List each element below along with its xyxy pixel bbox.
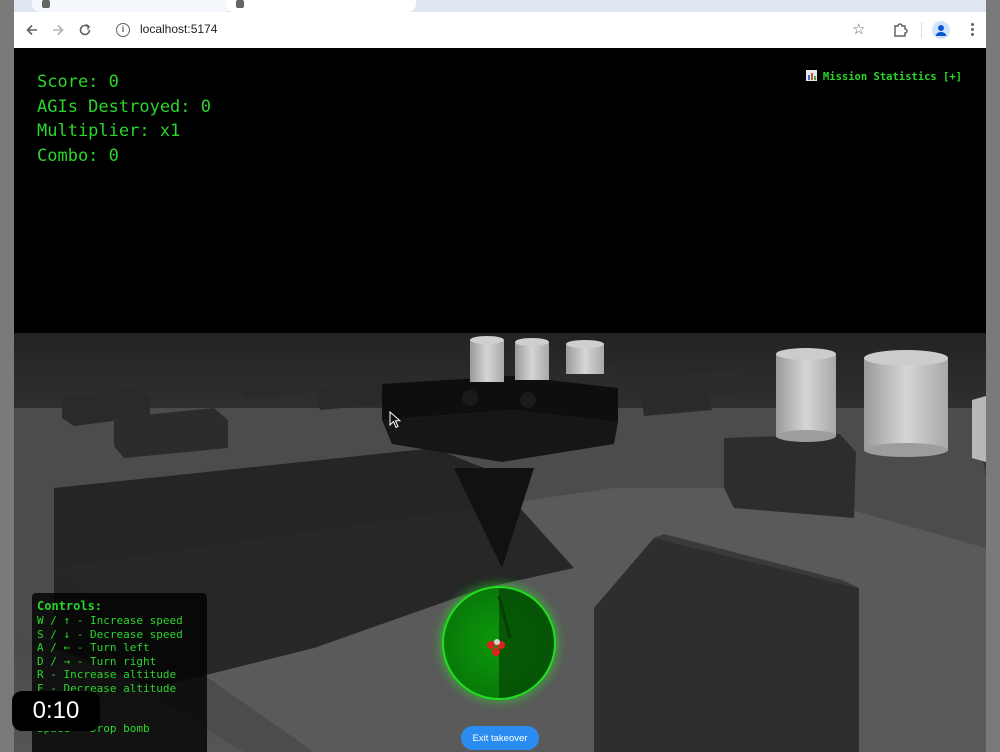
toolbar-divider	[921, 22, 922, 38]
address-bar[interactable]: i localhost:5174	[108, 17, 908, 43]
agis-destroyed-readout: AGIs Destroyed: 0	[37, 96, 211, 117]
tab-favicon-icon	[236, 0, 244, 8]
score-readout: Score: 0	[37, 72, 119, 92]
mission-statistics-toggle[interactable]: Mission Statistics [+]	[805, 70, 962, 83]
browser-tab-strip	[14, 0, 986, 12]
mission-statistics-label: Mission Statistics [+]	[822, 71, 962, 83]
box-building	[686, 370, 744, 396]
controls-line: R - Increase altitude	[37, 668, 177, 681]
multiplier-readout: Multiplier: x1	[37, 121, 181, 141]
arrow-right-icon	[53, 24, 64, 36]
address-url: localhost:5174	[140, 22, 218, 36]
extensions-button[interactable]	[890, 20, 910, 40]
browser-menu-button[interactable]	[969, 21, 975, 39]
box-building	[240, 374, 306, 398]
forward-button[interactable]	[48, 20, 68, 40]
browser-toolbar: i localhost:5174 ☆	[14, 12, 986, 49]
menu-dots-icon	[970, 23, 974, 26]
game-viewport[interactable]: Score: 0 AGIs Destroyed: 0 Multiplier: x…	[14, 48, 986, 752]
hud-stats: Score: 0 AGIs Destroyed: 0 Multiplier: x…	[37, 70, 211, 168]
mouse-cursor-icon	[389, 411, 401, 429]
arrow-left-icon	[26, 24, 37, 36]
menu-dot	[970, 28, 974, 31]
browser-tab-active[interactable]	[226, 0, 416, 12]
controls-line: S / ↓ - Decrease speed	[37, 627, 183, 641]
recording-timer: 0:10	[12, 691, 100, 731]
site-info-icon[interactable]: i	[116, 23, 130, 37]
controls-line: A / ← - Turn left	[37, 641, 150, 654]
controls-line: W / ↑ - Increase speed	[37, 614, 183, 627]
radar-display	[487, 588, 554, 698]
cylinder-building	[864, 350, 948, 457]
cylinder-building	[470, 336, 504, 382]
menu-dot	[970, 33, 974, 36]
controls-line: D / → - Turn right	[37, 654, 157, 668]
slab-orb	[520, 392, 536, 408]
box-building	[724, 434, 856, 518]
reload-icon	[79, 23, 91, 36]
controls-title: Controls:	[37, 599, 103, 613]
cylinder-building	[776, 348, 836, 442]
combo-readout: Combo: 0	[37, 145, 119, 166]
back-button[interactable]	[22, 20, 42, 40]
radar-enemy-blip	[492, 648, 500, 656]
reload-button[interactable]	[75, 20, 95, 40]
cylinder-building	[515, 338, 549, 380]
puzzle-icon	[894, 23, 908, 37]
radar-enemy-blip	[487, 641, 495, 649]
slab-orb	[462, 390, 478, 406]
cylinder-building-edge	[972, 396, 986, 462]
radar-player-marker	[494, 639, 500, 645]
exit-takeover-button[interactable]: Exit takeover	[461, 726, 539, 750]
bar-chart-icon	[805, 70, 817, 81]
profile-avatar[interactable]	[932, 21, 950, 39]
tab-favicon-icon	[42, 0, 50, 8]
bookmark-star-icon[interactable]: ☆	[852, 20, 865, 38]
radar-sweep	[499, 588, 554, 698]
radar-minimap	[442, 586, 556, 700]
person-icon	[935, 25, 947, 36]
browser-tab[interactable]	[32, 0, 232, 12]
cylinder-building	[566, 340, 604, 374]
